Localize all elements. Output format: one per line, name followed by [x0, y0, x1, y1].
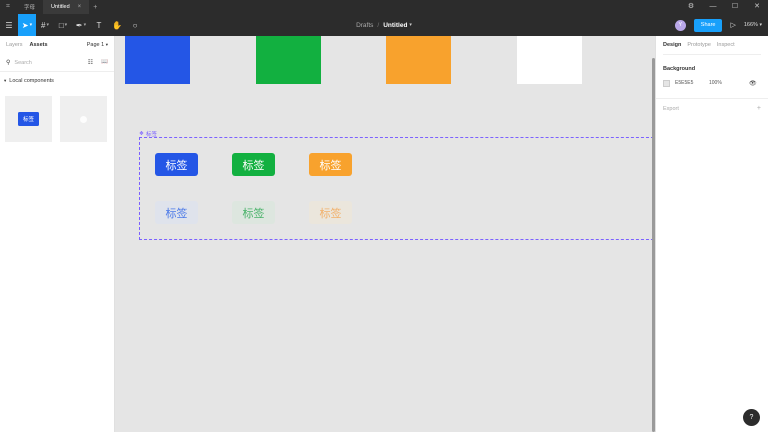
- toolbar: ☰ ➤ ▾ # ▾ □ ▾ ✒ ▾ T ✋ ○ Drafts / Untitled ▾ …: [0, 14, 768, 36]
- component-thumbnail-empty[interactable]: [60, 96, 107, 142]
- canvas[interactable]: ❖ 标签 标签 标签 标签 标签 标签 标签: [115, 36, 655, 432]
- toolbar-right: Y Share ▷ 166% ▾: [674, 14, 762, 36]
- shape-tool[interactable]: □ ▾: [54, 14, 72, 36]
- close-window-icon[interactable]: ✕: [746, 0, 768, 14]
- left-panel-tabs: Layers Assets Page 1 ▾: [0, 36, 114, 54]
- chevron-down-icon: ▾: [4, 78, 7, 83]
- export-title: Export: [663, 105, 679, 112]
- text-icon: T: [96, 20, 102, 30]
- share-button[interactable]: Share: [693, 18, 723, 32]
- figma-logo-icon[interactable]: ⌗: [0, 3, 16, 11]
- tag-primary-orange[interactable]: 标签: [309, 153, 352, 176]
- background-opacity-input[interactable]: 100%: [709, 80, 749, 86]
- frame-tool[interactable]: # ▾: [36, 14, 54, 36]
- tab-untitled[interactable]: Untitled ×: [43, 0, 90, 14]
- tab-label: Untitled: [51, 4, 70, 10]
- chevron-down-icon[interactable]: ▾: [409, 22, 412, 28]
- background-color-chip[interactable]: [663, 79, 670, 87]
- tab-label: 字母: [24, 5, 36, 11]
- breadcrumb-separator: /: [377, 21, 380, 29]
- chevron-down-icon: ▾: [105, 42, 108, 47]
- list-view-icon[interactable]: ☷: [88, 59, 93, 66]
- tag-primary-blue[interactable]: 标签: [155, 153, 198, 176]
- file-name[interactable]: Untitled: [383, 22, 407, 29]
- zoom-dropdown[interactable]: 166% ▾: [744, 22, 762, 28]
- zoom-value: 166%: [743, 22, 758, 28]
- page-selector[interactable]: Page 1 ▾: [87, 42, 108, 48]
- background-title: Background: [663, 54, 761, 76]
- view-options: ☷ 📖: [88, 59, 108, 66]
- tab-prototype[interactable]: Prototype: [687, 42, 711, 48]
- right-panel: Design Prototype Inspect Background E5E5…: [655, 36, 768, 432]
- main-menu-icon[interactable]: ☰: [0, 14, 18, 36]
- help-button[interactable]: ?: [743, 409, 760, 426]
- text-tool[interactable]: T: [90, 14, 108, 36]
- move-icon: ➤: [21, 20, 29, 30]
- background-hex-input[interactable]: E5E5E5: [675, 80, 709, 86]
- minimize-icon[interactable]: —: [702, 0, 724, 14]
- frame-icon: #: [41, 20, 46, 30]
- maximize-icon[interactable]: ☐: [724, 0, 746, 14]
- background-section: Background E5E5E5 100% 👁: [656, 54, 768, 90]
- tag-light-blue[interactable]: 标签: [155, 201, 198, 224]
- chevron-down-icon: ▾: [64, 22, 68, 28]
- tag-primary-green[interactable]: 标签: [232, 153, 275, 176]
- tab-design[interactable]: Design: [663, 42, 681, 48]
- comment-icon: ○: [132, 20, 138, 30]
- color-swatch-white[interactable]: [517, 36, 582, 84]
- export-section: Export +: [656, 98, 768, 118]
- window-controls: ⚙ — ☐ ✕: [680, 0, 768, 14]
- move-tool[interactable]: ➤ ▾: [18, 14, 36, 36]
- present-icon[interactable]: ▷: [730, 21, 735, 29]
- title-bar: ⌗ 字母 Untitled × + ⚙ — ☐ ✕: [0, 0, 768, 14]
- pen-icon: ✒: [75, 20, 83, 30]
- chevron-down-icon: ▾: [759, 22, 762, 28]
- right-panel-tabs: Design Prototype Inspect: [656, 36, 768, 54]
- background-fill-row: E5E5E5 100% 👁: [663, 76, 761, 90]
- new-tab-icon[interactable]: +: [93, 4, 97, 11]
- tab-layers[interactable]: Layers: [6, 42, 23, 48]
- component-placeholder-icon: [80, 115, 87, 123]
- avatar[interactable]: Y: [674, 19, 686, 31]
- tag-light-orange[interactable]: 标签: [309, 201, 352, 224]
- search-icon: ⚲: [6, 60, 11, 66]
- hand-icon: ✋: [112, 20, 122, 30]
- left-panel: Layers Assets Page 1 ▾ ⚲ Search ☷ 📖 ▾ Lo…: [0, 36, 115, 432]
- component-preview-tag: 标签: [17, 112, 39, 126]
- comment-tool[interactable]: ○: [126, 14, 144, 36]
- section-label: Local components: [9, 78, 54, 84]
- component-set-frame[interactable]: [139, 137, 655, 240]
- add-export-icon[interactable]: +: [757, 105, 761, 112]
- tab-assets[interactable]: Assets: [30, 42, 48, 48]
- component-thumbnail-tag[interactable]: 标签: [5, 96, 52, 142]
- tab-inspect[interactable]: Inspect: [717, 42, 735, 48]
- tag-light-green[interactable]: 标签: [232, 201, 275, 224]
- page-label: Page 1: [86, 42, 105, 48]
- color-swatch-orange[interactable]: [386, 36, 451, 84]
- visibility-eye-icon[interactable]: 👁: [749, 80, 757, 87]
- search-input[interactable]: Search: [14, 60, 31, 66]
- chevron-down-icon: ▾: [83, 22, 87, 28]
- component-grid: 标签: [0, 90, 114, 148]
- settings-icon[interactable]: ⚙: [680, 0, 702, 14]
- close-tab-icon[interactable]: ×: [78, 4, 82, 10]
- color-swatch-green[interactable]: [256, 36, 321, 84]
- team-library-icon[interactable]: 📖: [101, 59, 108, 66]
- rectangle-icon: □: [58, 20, 64, 30]
- chevron-down-icon: ▾: [29, 22, 33, 28]
- color-swatch-blue[interactable]: [125, 36, 190, 84]
- asset-search[interactable]: ⚲ Search ☷ 📖: [0, 54, 114, 72]
- hand-tool[interactable]: ✋: [108, 14, 126, 36]
- breadcrumb-drafts[interactable]: Drafts: [356, 22, 373, 29]
- tab-file-1[interactable]: 字母: [16, 0, 43, 14]
- local-components-header[interactable]: ▾ Local components: [0, 72, 114, 90]
- pen-tool[interactable]: ✒ ▾: [72, 14, 90, 36]
- chevron-down-icon: ▾: [46, 22, 49, 28]
